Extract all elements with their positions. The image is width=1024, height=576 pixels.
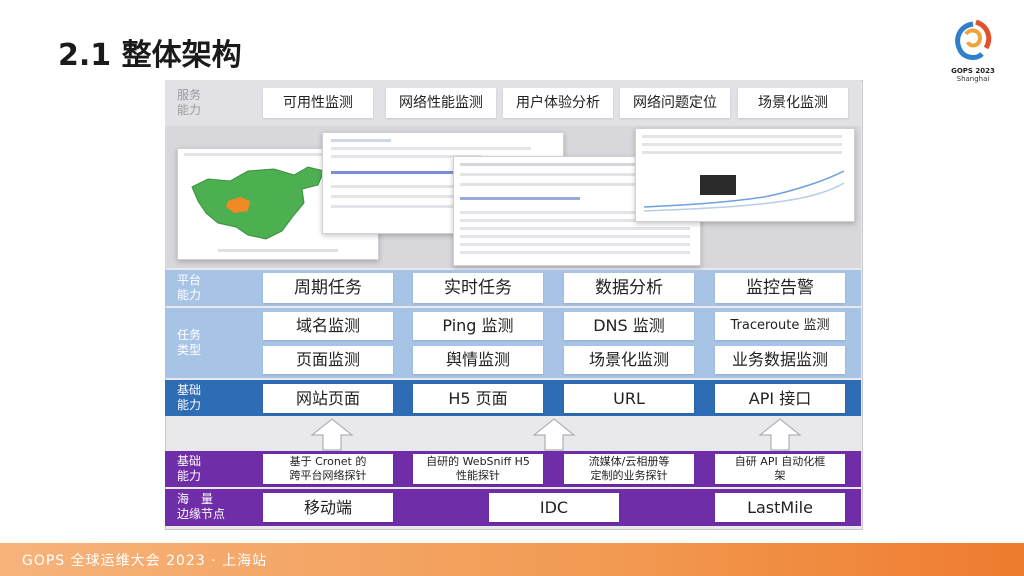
probe-business: 流媒体/云相册等 定制的业务探针 bbox=[564, 454, 694, 484]
edge-nodes-band: 海 量边缘节点 移动端 IDC LastMile bbox=[165, 489, 861, 526]
edge-lastmile: LastMile bbox=[715, 493, 845, 522]
probe-api-framework: 自研 API 自动化框架 bbox=[715, 454, 845, 484]
logo-subtext: Shanghai bbox=[956, 75, 990, 83]
base-website-page: 网站页面 bbox=[263, 384, 393, 413]
service-item-scenario: 场景化监测 bbox=[738, 88, 848, 118]
task-scenario-monitor: 场景化监测 bbox=[564, 346, 694, 374]
logo-icon bbox=[955, 19, 992, 60]
line-chart-graphic bbox=[644, 170, 844, 212]
edge-mobile: 移动端 bbox=[263, 493, 393, 522]
base-capability-bottom-band: 基础 能力 基于 Cronet 的跨平台网络探针 自研的 WebSniff H5 性… bbox=[165, 451, 861, 487]
probe-websniff: 自研的 WebSniff H5 性能探针 bbox=[413, 454, 543, 484]
task-domain-monitor: 域名监测 bbox=[263, 312, 393, 340]
service-item-ux-analysis: 用户体验分析 bbox=[503, 88, 613, 118]
platform-label: 平台 能力 bbox=[177, 273, 202, 302]
edge-label: 海 量边缘节点 bbox=[177, 492, 226, 521]
service-item-availability: 可用性监测 bbox=[263, 88, 373, 118]
probe-cronet: 基于 Cronet 的跨平台网络探针 bbox=[263, 454, 393, 484]
logo-text: GOPS 2023 bbox=[951, 67, 995, 75]
task-types-label: 任务 类型 bbox=[177, 328, 202, 357]
footer-bar: GOPS 全球运维大会 2023 · 上海站 bbox=[0, 543, 1024, 576]
task-traceroute-monitor: Traceroute 监测 bbox=[715, 312, 845, 340]
edge-idc: IDC bbox=[489, 493, 619, 522]
service-band: 服务 能力 可用性监测 网络性能监测 用户体验分析 网络问题定位 场景化监测 bbox=[165, 80, 861, 126]
platform-realtime-task: 实时任务 bbox=[413, 273, 543, 303]
gops-logo: GOPS 2023 Shanghai bbox=[944, 18, 1002, 83]
platform-periodic-task: 周期任务 bbox=[263, 273, 393, 303]
task-types-band: 任务 类型 域名监测 Ping 监测 DNS 监测 Traceroute 监测 页… bbox=[165, 308, 861, 378]
base-h5-page: H5 页面 bbox=[413, 384, 543, 413]
up-arrow-icon bbox=[758, 418, 802, 451]
service-label: 服务 能力 bbox=[177, 88, 202, 117]
up-arrow-icon bbox=[310, 418, 354, 451]
up-arrow-icon bbox=[532, 418, 576, 451]
platform-band: 平台 能力 周期任务 实时任务 数据分析 监控告警 bbox=[165, 270, 861, 306]
task-business-data-monitor: 业务数据监测 bbox=[715, 346, 845, 374]
task-dns-monitor: DNS 监测 bbox=[564, 312, 694, 340]
base-bottom-label: 基础 能力 bbox=[177, 454, 202, 483]
screenshots-area bbox=[165, 126, 861, 268]
base-url: URL bbox=[564, 384, 694, 413]
footer-text: GOPS 全球运维大会 2023 · 上海站 bbox=[22, 553, 268, 569]
task-sentiment-monitor: 舆情监测 bbox=[413, 346, 543, 374]
platform-alerting: 监控告警 bbox=[715, 273, 845, 303]
base-capability-top-band: 基础 能力 网站页面 H5 页面 URL API 接口 bbox=[165, 380, 861, 416]
service-item-problem-locating: 网络问题定位 bbox=[620, 88, 730, 118]
service-item-network-perf: 网络性能监测 bbox=[386, 88, 496, 118]
task-ping-monitor: Ping 监测 bbox=[413, 312, 543, 340]
platform-data-analysis: 数据分析 bbox=[564, 273, 694, 303]
chart-screenshot bbox=[635, 128, 855, 222]
task-page-monitor: 页面监测 bbox=[263, 346, 393, 374]
base-api: API 接口 bbox=[715, 384, 845, 413]
base-top-label: 基础 能力 bbox=[177, 383, 202, 412]
page-title: 2.1 整体架构 bbox=[58, 38, 242, 73]
